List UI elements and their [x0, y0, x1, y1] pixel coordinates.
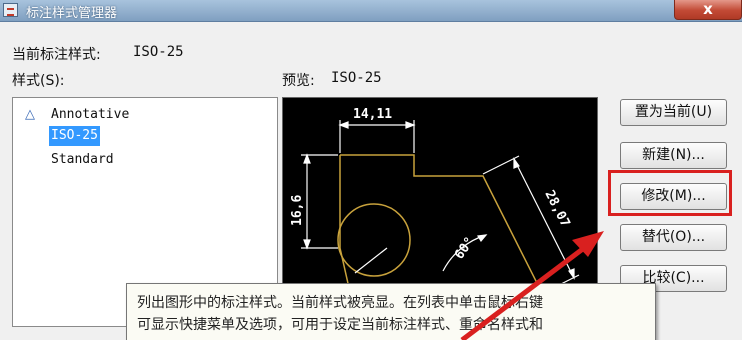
styles-list-tooltip: 列出图形中的标注样式。当前样式被亮显。在列表中单击鼠标右键 可显示快捷菜单及选项…: [126, 283, 656, 340]
list-item-annotative[interactable]: Annotative: [49, 105, 131, 125]
title-bar: 标注样式管理器 x: [0, 0, 742, 22]
tooltip-line-1: 列出图形中的标注样式。当前样式被亮显。在列表中单击鼠标右键: [137, 295, 543, 311]
app-icon: [3, 3, 18, 17]
part-hole: [337, 203, 411, 277]
tooltip-line-2: 可显示快捷菜单及选项，可用于设定当前标注样式、重命名样式和: [137, 317, 543, 333]
set-current-button[interactable]: 置为当前(U): [620, 99, 727, 126]
preview-style-name: ISO-25: [331, 70, 382, 86]
annotative-icon: △: [25, 107, 35, 122]
list-item-iso-25[interactable]: ISO-25: [49, 126, 100, 146]
override-button[interactable]: 替代(O)...: [620, 224, 727, 251]
dim-left-label: 16,6: [290, 195, 305, 226]
current-style-value: ISO-25: [133, 44, 184, 60]
dim-top-label: 14,11: [353, 107, 392, 122]
new-style-button[interactable]: 新建(N)...: [620, 142, 727, 169]
styles-list-label: 样式(S):: [12, 73, 65, 89]
preview-label: 预览:: [282, 73, 315, 89]
preview-dimension-labels: 14,11 16,6 28,07 60°: [290, 107, 573, 262]
dim-angle-label: 60°: [452, 234, 478, 262]
preview-dimensions: [301, 120, 580, 294]
modify-highlight-box: [608, 170, 732, 216]
list-item-standard[interactable]: Standard: [49, 150, 116, 170]
window-title: 标注样式管理器: [26, 6, 118, 21]
close-button[interactable]: x: [674, 0, 742, 20]
current-style-label: 当前标注样式:: [12, 47, 101, 63]
